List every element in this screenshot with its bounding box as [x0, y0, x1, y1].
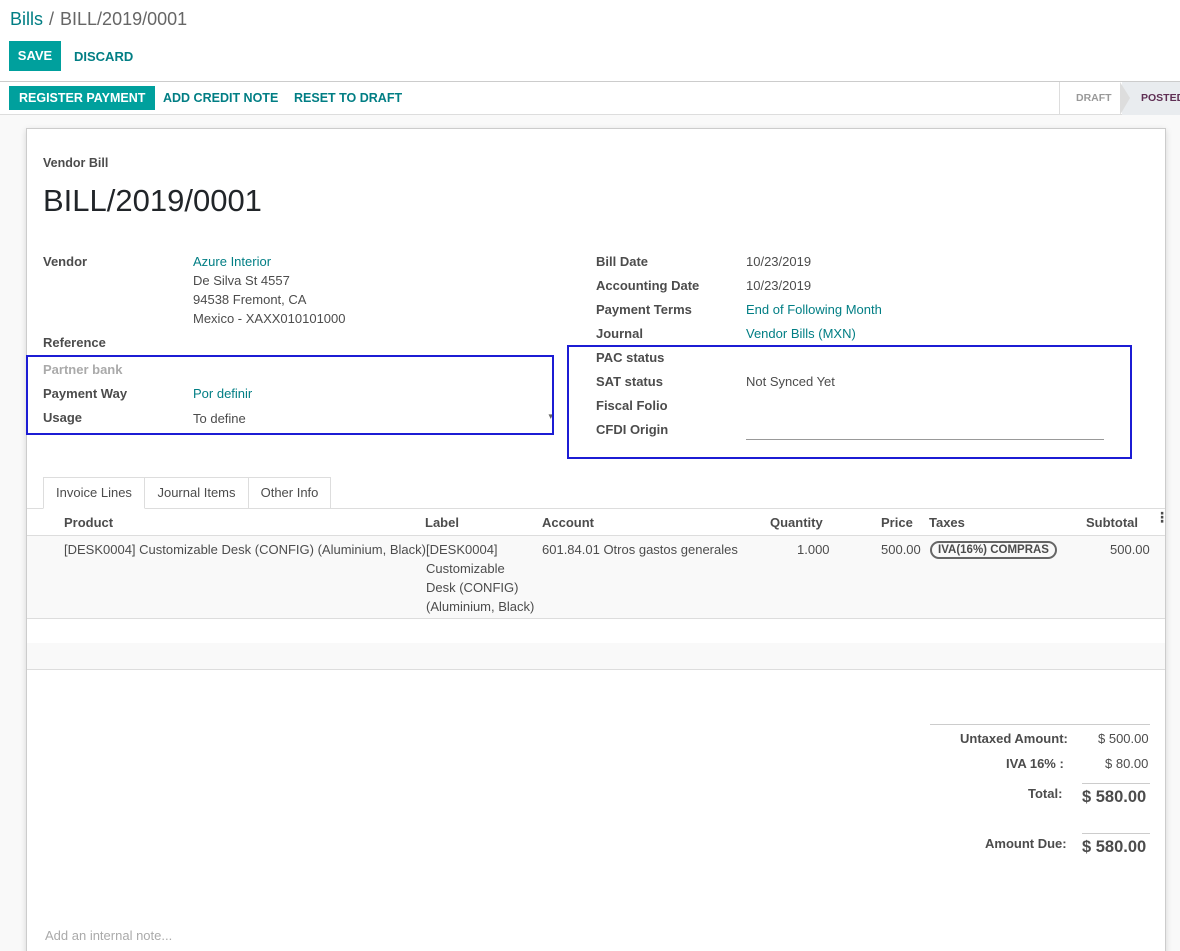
control-panel: Bills / BILL/2019/0001 SAVE DISCARD — [0, 0, 1180, 82]
column-header-quantity[interactable]: Quantity — [770, 515, 823, 530]
form-sheet: Vendor Bill BILL/2019/0001 Vendor Azure … — [26, 128, 1169, 951]
table-row[interactable]: [DESK0004] Customizable Desk (CONFIG) (A… — [27, 536, 1165, 618]
iva-value: $ 80.00 — [1105, 756, 1149, 771]
breadcrumb-current: BILL/2019/0001 — [60, 9, 188, 29]
payment-terms-label: Payment Terms — [596, 302, 692, 317]
empty-row — [27, 643, 1165, 669]
payment-terms-link[interactable]: End of Following Month — [746, 302, 882, 317]
journal-link[interactable]: Vendor Bills (MXN) — [746, 326, 856, 341]
vendor-link[interactable]: Azure Interior — [193, 254, 271, 269]
untaxed-amount-label: Untaxed Amount: — [960, 731, 1068, 746]
cell-label-line: Desk (CONFIG) — [426, 580, 519, 595]
cell-label-line: [DESK0004] — [426, 542, 498, 557]
vertical-dots-icon[interactable]: ⋮ — [1155, 510, 1169, 524]
column-header-price[interactable]: Price — [881, 515, 913, 530]
row-divider — [27, 669, 1165, 670]
tab-other-info[interactable]: Other Info — [248, 477, 331, 509]
column-header-account[interactable]: Account — [542, 515, 594, 530]
total-value: $ 580.00 — [1082, 788, 1147, 806]
breadcrumb-separator: / — [49, 9, 55, 29]
cell-account: 601.84.01 Otros gastos generales — [542, 542, 738, 557]
register-payment-button[interactable]: REGISTER PAYMENT — [9, 86, 156, 110]
tax-tag: IVA(16%) COMPRAS — [930, 541, 1057, 559]
cell-subtotal: 500.00 — [1110, 542, 1150, 557]
tab-invoice-lines[interactable]: Invoice Lines — [43, 477, 145, 509]
discard-button[interactable]: DISCARD — [74, 49, 133, 64]
column-header-label[interactable]: Label — [425, 515, 459, 530]
document-type: Vendor Bill — [43, 156, 109, 170]
column-header-subtotal[interactable]: Subtotal — [1086, 515, 1138, 530]
tab-journal-items[interactable]: Journal Items — [144, 477, 249, 509]
status-posted[interactable]: POSTED — [1141, 92, 1180, 104]
column-header-taxes[interactable]: Taxes — [929, 515, 965, 530]
add-credit-note-button[interactable]: ADD CREDIT NOTE — [163, 91, 278, 105]
status-bar: REGISTER PAYMENT ADD CREDIT NOTE RESET T… — [0, 82, 1180, 115]
journal-label: Journal — [596, 326, 643, 341]
status-steps: DRAFT POSTED — [1059, 82, 1180, 115]
cell-product: [DESK0004] Customizable Desk (CONFIG) (A… — [64, 542, 426, 557]
untaxed-amount-value: $ 500.00 — [1098, 731, 1149, 746]
cell-quantity: 1.000 — [797, 542, 830, 557]
amount-due-label: Amount Due: — [985, 836, 1067, 851]
vendor-address-line: Mexico - XAXX010101000 — [193, 311, 346, 326]
highlight-box-right — [567, 345, 1132, 459]
total-label: Total: — [1028, 786, 1063, 801]
cell-label-line: Customizable — [426, 561, 505, 576]
cell-price: 500.00 — [881, 542, 921, 557]
amount-due-divider — [1082, 833, 1150, 834]
status-draft[interactable]: DRAFT — [1076, 92, 1112, 104]
bill-date-value[interactable]: 10/23/2019 — [746, 254, 811, 269]
vendor-address-line: De Silva St 4557 — [193, 273, 290, 288]
total-divider — [1082, 783, 1150, 784]
bill-date-label: Bill Date — [596, 254, 649, 269]
reference-label: Reference — [43, 335, 106, 350]
column-header-product[interactable]: Product — [64, 515, 113, 530]
page-title: BILL/2019/0001 — [43, 183, 262, 218]
internal-note-field[interactable]: Add an internal note... — [45, 928, 172, 943]
amount-due-value: $ 580.00 — [1082, 838, 1147, 856]
accounting-date-value[interactable]: 10/23/2019 — [746, 278, 811, 293]
highlight-box-left — [26, 355, 554, 435]
status-arrow — [1120, 82, 1130, 115]
totals-divider — [930, 724, 1150, 725]
save-button[interactable]: SAVE — [9, 41, 61, 71]
row-divider — [27, 618, 1165, 619]
accounting-date-label: Accounting Date — [596, 278, 700, 293]
reset-to-draft-button[interactable]: RESET TO DRAFT — [294, 91, 402, 105]
cell-label-line: (Aluminium, Black) — [426, 599, 535, 614]
iva-label: IVA 16% : — [1006, 756, 1064, 771]
vendor-label: Vendor — [43, 254, 88, 269]
breadcrumb: Bills / BILL/2019/0001 — [10, 9, 187, 30]
vendor-address-line: 94538 Fremont, CA — [193, 292, 307, 307]
breadcrumb-bills-link[interactable]: Bills — [10, 9, 43, 29]
